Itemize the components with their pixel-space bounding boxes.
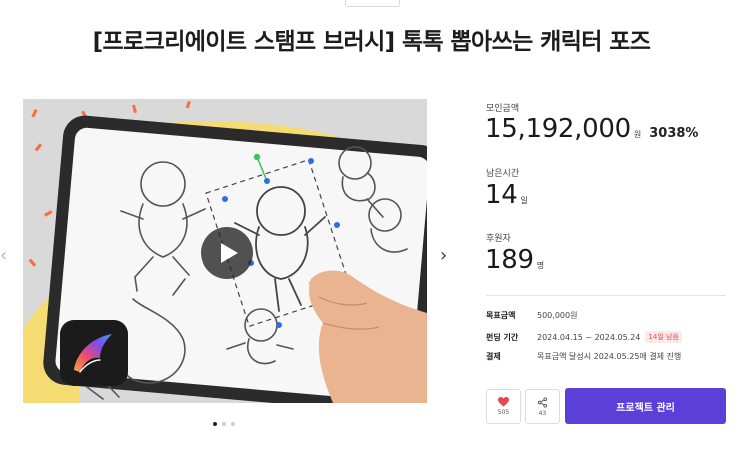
backers-row: 189 명 — [485, 245, 544, 275]
funding-amount: 15,192,000 — [485, 114, 631, 144]
backers-value: 189 — [485, 245, 534, 275]
divider — [486, 295, 726, 296]
funding-row: 15,192,000 원 3038% — [485, 114, 698, 144]
payment-row: 결제 목표금액 달성시 2024.05.25에 결제 진행 — [486, 351, 681, 362]
period-row: 펀딩 기간 2024.04.15 ~ 2024.05.24 14일 남음 — [486, 331, 682, 343]
category-tag[interactable] — [345, 0, 400, 7]
play-icon — [221, 243, 238, 263]
remaining-label: 남은시간 — [486, 169, 520, 179]
project-title: [프로크리에이트 스탬프 브러시] 톡톡 뽑아쓰는 캐릭터 포즈 — [92, 29, 651, 55]
funding-label: 모인금액 — [486, 104, 520, 114]
goal-label: 목표금액 — [486, 311, 516, 320]
share-button[interactable]: 43 — [525, 389, 560, 424]
heart-icon — [498, 397, 509, 407]
project-media[interactable] — [23, 99, 427, 403]
chevron-left-icon[interactable]: ‹ — [0, 246, 7, 266]
goal-value: 500,000원 — [537, 311, 578, 320]
like-button[interactable]: 505 — [486, 389, 521, 424]
share-count: 43 — [538, 409, 547, 417]
funding-percent: 3038% — [649, 126, 699, 141]
period-label: 펀딩 기간 — [486, 332, 519, 342]
chevron-right-icon[interactable]: › — [440, 246, 447, 266]
funding-unit: 원 — [633, 130, 642, 139]
carousel-dot[interactable] — [231, 422, 235, 426]
like-count: 505 — [497, 409, 510, 416]
manage-project-button[interactable]: 프로젝트 관리 — [565, 388, 726, 424]
remaining-value: 14 — [485, 180, 518, 210]
procreate-app-logo — [60, 320, 128, 386]
goal-row: 목표금액 500,000원 — [486, 310, 577, 321]
remaining-unit: 일 — [520, 196, 528, 205]
payment-value: 목표금액 달성시 2024.05.25에 결제 진행 — [537, 352, 682, 361]
share-icon — [537, 396, 548, 408]
remaining-row: 14 일 — [485, 180, 528, 210]
payment-label: 결제 — [486, 352, 501, 361]
carousel-dot[interactable] — [213, 422, 217, 426]
play-button[interactable] — [201, 227, 253, 279]
carousel-indicator — [213, 422, 235, 426]
period-value: 2024.04.15 ~ 2024.05.24 — [537, 332, 641, 342]
backers-label: 후원자 — [486, 234, 511, 244]
backers-unit: 명 — [536, 261, 545, 270]
remaining-days-badge: 14일 남음 — [645, 331, 682, 343]
carousel-dot[interactable] — [222, 422, 226, 426]
